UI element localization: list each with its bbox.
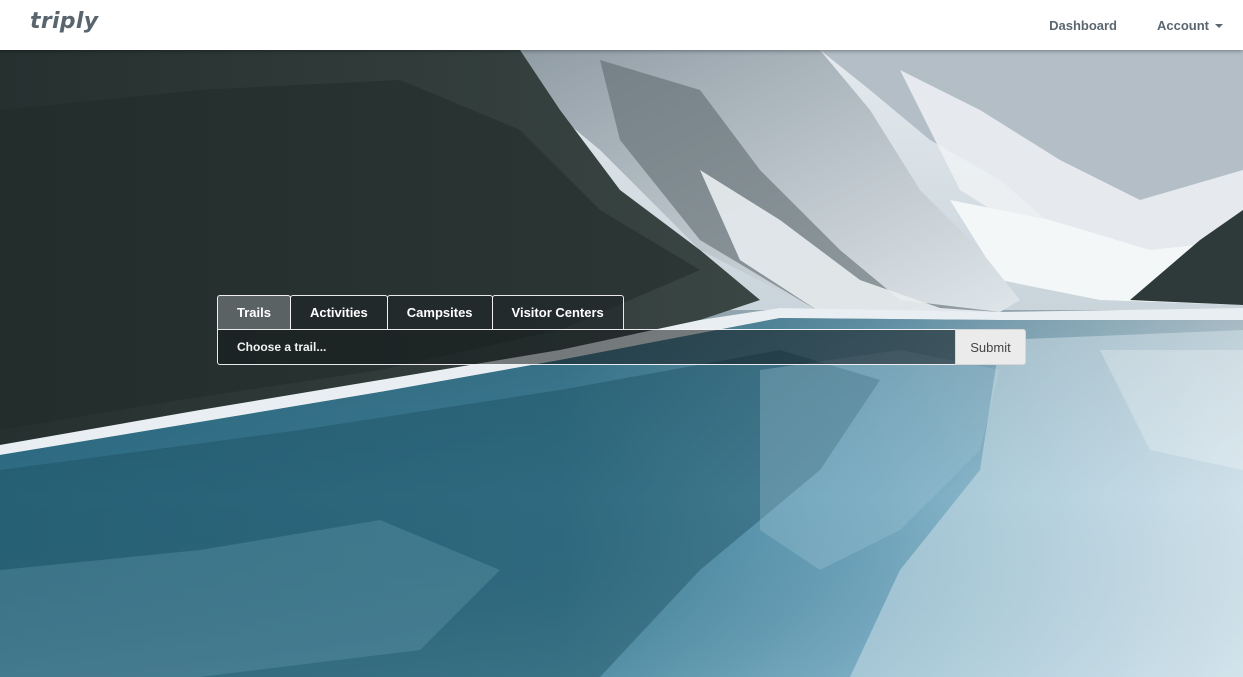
nav-links: Dashboard Account [1009, 0, 1223, 50]
submit-button[interactable]: Submit [955, 329, 1026, 365]
tab-campsites[interactable]: Campsites [386, 295, 493, 329]
search-input[interactable] [217, 329, 955, 365]
brand-logo[interactable]: triply [30, 9, 98, 34]
search-row: Submit [217, 329, 1026, 365]
nav-dashboard-link[interactable]: Dashboard [1049, 18, 1117, 33]
nav-dashboard-label: Dashboard [1049, 17, 1117, 33]
tab-trails[interactable]: Trails [217, 295, 291, 329]
search-tabs: Trails Activities Campsites Visitor Cent… [217, 295, 1026, 329]
tab-activities[interactable]: Activities [289, 295, 388, 329]
caret-down-icon [1215, 23, 1223, 28]
search-widget: Trails Activities Campsites Visitor Cent… [217, 295, 1026, 365]
top-navbar: triply Dashboard Account [0, 0, 1243, 50]
nav-account-label: Account [1157, 17, 1209, 33]
tab-visitor-centers[interactable]: Visitor Centers [491, 295, 624, 329]
nav-account-dropdown[interactable]: Account [1157, 18, 1223, 33]
hero-background-image: Trails Activities Campsites Visitor Cent… [0, 50, 1243, 677]
